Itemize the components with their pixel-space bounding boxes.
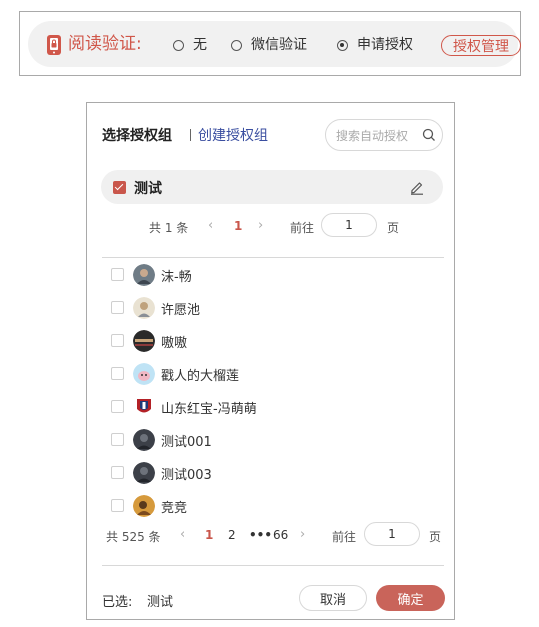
edit-pencil-icon[interactable]: [409, 179, 425, 195]
radio-wechat-label: 微信验证: [251, 37, 307, 53]
checkbox[interactable]: [111, 400, 124, 413]
read-verify-frame: 阅读验证: 无 微信验证 申请授权 授权管理: [19, 11, 521, 76]
divider: [102, 257, 444, 258]
avatar: [133, 429, 155, 451]
search-icon[interactable]: [422, 128, 436, 142]
read-verify-bar: 阅读验证: 无 微信验证 申请授权 授权管理: [28, 21, 521, 67]
radio-circle-icon: [231, 39, 242, 51]
member-row[interactable]: 许愿池: [111, 296, 411, 320]
member-row[interactable]: 沫-畅: [111, 263, 411, 287]
avatar: [133, 330, 155, 352]
phone-lock-icon: [47, 35, 61, 55]
radio-none[interactable]: 无: [173, 36, 207, 54]
page-number[interactable]: 1: [205, 528, 213, 542]
selected-label: 已选:: [102, 595, 133, 610]
goto-label: 前往: [332, 530, 357, 544]
page-unit: 页: [429, 530, 442, 544]
tab-select-group[interactable]: 选择授权组: [102, 125, 172, 145]
checkbox-checked-icon[interactable]: [113, 181, 126, 194]
avatar: [133, 297, 155, 319]
goto-page-input[interactable]: [321, 213, 377, 237]
radio-apply-auth[interactable]: 申请授权: [337, 36, 413, 54]
tab-create-group[interactable]: 创建授权组: [198, 125, 268, 145]
verify-label: 阅读验证:: [68, 34, 142, 54]
checkbox[interactable]: [111, 367, 124, 380]
checkbox[interactable]: [111, 499, 124, 512]
goto-label: 前往: [290, 221, 315, 235]
radio-circle-icon: [173, 39, 184, 51]
member-name: 沫-畅: [161, 270, 192, 285]
page-number[interactable]: 1: [234, 219, 242, 233]
member-name: 测试003: [161, 468, 212, 483]
member-name: 许愿池: [161, 303, 201, 318]
page-ellipsis[interactable]: •••: [249, 528, 272, 542]
member-name: 戳人的大榴莲: [161, 369, 240, 384]
divider: [102, 565, 444, 566]
member-name: 竞竞: [161, 501, 188, 516]
member-row[interactable]: 嗷嗷: [111, 329, 411, 353]
page-number[interactable]: 66: [273, 528, 288, 542]
confirm-button[interactable]: 确定: [376, 585, 445, 611]
tab-divider: [190, 129, 191, 141]
search-input[interactable]: [336, 127, 416, 145]
prev-page-icon[interactable]: ‹: [180, 527, 185, 542]
auth-group-dialog: 选择授权组 创建授权组 测试 共 1 条 ‹ 1 › 前往 页: [86, 102, 455, 620]
avatar: [133, 495, 155, 517]
member-row[interactable]: 竞竞: [111, 494, 411, 518]
selected-value: 测试: [147, 595, 174, 610]
avatar: [133, 363, 155, 385]
prev-page-icon[interactable]: ‹: [208, 218, 213, 233]
checkbox[interactable]: [111, 466, 124, 479]
next-page-icon[interactable]: ›: [300, 527, 305, 542]
radio-none-label: 无: [193, 37, 207, 53]
member-name: 山东红宝-冯萌萌: [161, 402, 257, 417]
member-pagination: 共 525 条 ‹ 1 2 ••• 66 › 前往 页: [87, 522, 456, 546]
group-total-count: 共 1 条: [149, 221, 189, 235]
member-row[interactable]: 测试001: [111, 428, 411, 452]
next-page-icon[interactable]: ›: [258, 218, 263, 233]
page-unit: 页: [387, 221, 400, 235]
checkbox[interactable]: [111, 433, 124, 446]
member-row[interactable]: 戳人的大榴莲: [111, 362, 411, 386]
member-total-count: 共 525 条: [106, 530, 161, 544]
member-name: 测试001: [161, 435, 212, 450]
search-box: [325, 119, 443, 151]
member-row[interactable]: 山东红宝-冯萌萌: [111, 395, 411, 419]
group-name: 测试: [134, 181, 162, 197]
page-number[interactable]: 2: [228, 528, 236, 542]
checkbox[interactable]: [111, 301, 124, 314]
radio-wechat[interactable]: 微信验证: [231, 36, 307, 54]
goto-page-input[interactable]: [364, 522, 420, 546]
member-name: 嗷嗷: [161, 336, 188, 351]
cancel-button[interactable]: 取消: [299, 585, 367, 611]
avatar: [133, 264, 155, 286]
member-row[interactable]: 测试003: [111, 461, 411, 485]
group-pagination: 共 1 条 ‹ 1 › 前往 页: [87, 213, 456, 237]
avatar: [136, 398, 152, 416]
checkbox[interactable]: [111, 334, 124, 347]
auth-manage-button[interactable]: 授权管理: [441, 35, 521, 56]
radio-apply-auth-label: 申请授权: [357, 37, 413, 53]
avatar: [133, 462, 155, 484]
group-item[interactable]: 测试: [101, 170, 443, 204]
checkbox[interactable]: [111, 268, 124, 281]
radio-selected-icon: [337, 39, 348, 51]
